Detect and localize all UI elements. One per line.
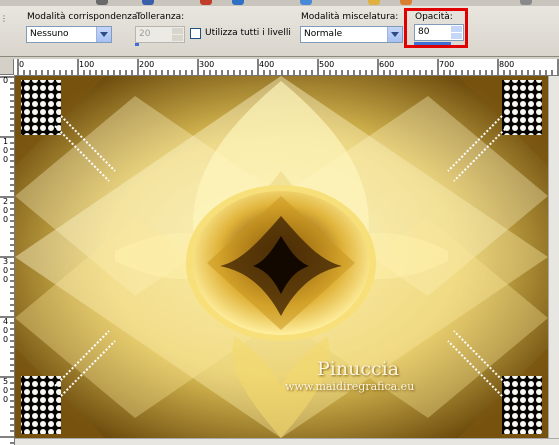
save-icon[interactable] bbox=[400, 0, 412, 5]
ruler-corner bbox=[0, 59, 14, 75]
ruler-h-label: 700 bbox=[439, 60, 455, 69]
blend-mode-value: Normale bbox=[304, 29, 343, 39]
ruler-h-label: 500 bbox=[319, 60, 335, 69]
vertical-scrollbar[interactable] bbox=[548, 76, 559, 438]
tolerance-spin-buttons[interactable] bbox=[172, 28, 183, 41]
ruler-h-label: 0 bbox=[19, 60, 25, 69]
ruler-v-label: 2 0 0 bbox=[3, 197, 9, 224]
match-mode-select[interactable]: Nessuno bbox=[26, 26, 112, 43]
use-all-layers-checkbox[interactable] bbox=[190, 28, 201, 39]
ruler-v-label: 5 0 0 bbox=[3, 377, 9, 404]
use-all-layers-label: Utilizza tutti i livelli bbox=[205, 28, 291, 38]
horizontal-ruler-ticks bbox=[17, 59, 559, 75]
match-mode-label: Modalità corrispondenza: bbox=[27, 12, 141, 22]
blend-mode-select[interactable]: Normale bbox=[300, 26, 403, 43]
ruler-h-label: 100 bbox=[79, 60, 95, 69]
ruler-h-label: 600 bbox=[379, 60, 395, 69]
watermark-name: Pinuccia bbox=[317, 358, 400, 380]
ruler-h-label: 400 bbox=[259, 60, 275, 69]
opacity-highlight-box bbox=[404, 8, 468, 48]
tolerance-slider[interactable] bbox=[135, 43, 139, 46]
eraser-icon[interactable] bbox=[142, 0, 154, 5]
vertical-ruler: 0 1 0 0 2 0 0 3 0 0 4 0 0 5 0 0 bbox=[0, 75, 15, 445]
ruler-h-label: 200 bbox=[139, 60, 155, 69]
ruler-h-label: 300 bbox=[199, 60, 215, 69]
blend-mode-label: Modalità miscelatura: bbox=[301, 12, 399, 22]
image-canvas[interactable] bbox=[15, 76, 548, 438]
tool-options-bar: ⋮ Modalità corrispondenza: Nessuno Tolle… bbox=[0, 6, 559, 57]
selection-icon[interactable] bbox=[232, 0, 244, 5]
horizontal-scrollbar[interactable] bbox=[15, 438, 559, 445]
ruler-v-label: 0 bbox=[3, 76, 9, 85]
ruler-v-label: 1 0 0 bbox=[3, 137, 9, 164]
watermark-url: www.maidiregrafica.eu bbox=[285, 380, 415, 393]
folder-icon[interactable] bbox=[368, 0, 380, 5]
tolerance-label: Tolleranza: bbox=[136, 12, 185, 22]
toolbar-grip[interactable]: ⋮ bbox=[0, 14, 14, 54]
horizontal-ruler: 0 100 200 300 400 500 600 700 800 bbox=[14, 59, 559, 76]
brush-icon[interactable] bbox=[96, 0, 108, 5]
ruler-v-label: 4 0 0 bbox=[3, 317, 9, 344]
color-icon[interactable] bbox=[200, 0, 212, 5]
tolerance-spinner[interactable]: 20 bbox=[135, 26, 185, 43]
tolerance-value: 20 bbox=[139, 29, 151, 39]
layer-icon[interactable] bbox=[300, 0, 312, 5]
chevron-down-icon[interactable] bbox=[387, 27, 402, 42]
match-mode-value: Nessuno bbox=[30, 29, 69, 39]
golden-artwork bbox=[15, 76, 548, 438]
chevron-down-icon[interactable] bbox=[96, 27, 111, 42]
ruler-h-label: 800 bbox=[499, 60, 515, 69]
effects-icon[interactable] bbox=[520, 0, 532, 5]
ruler-v-label: 3 0 0 bbox=[3, 257, 9, 284]
